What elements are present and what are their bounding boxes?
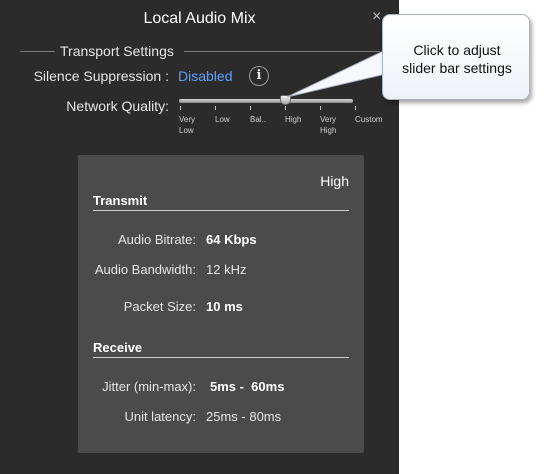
tooltip-callout: Click to adjust slider bar settings [382,14,530,100]
tooltip-callout-text: Click to adjust slider bar settings [383,41,531,77]
tooltip-line-2: slider bar settings [402,60,512,76]
tooltip-line-1: Click to adjust [413,42,501,58]
